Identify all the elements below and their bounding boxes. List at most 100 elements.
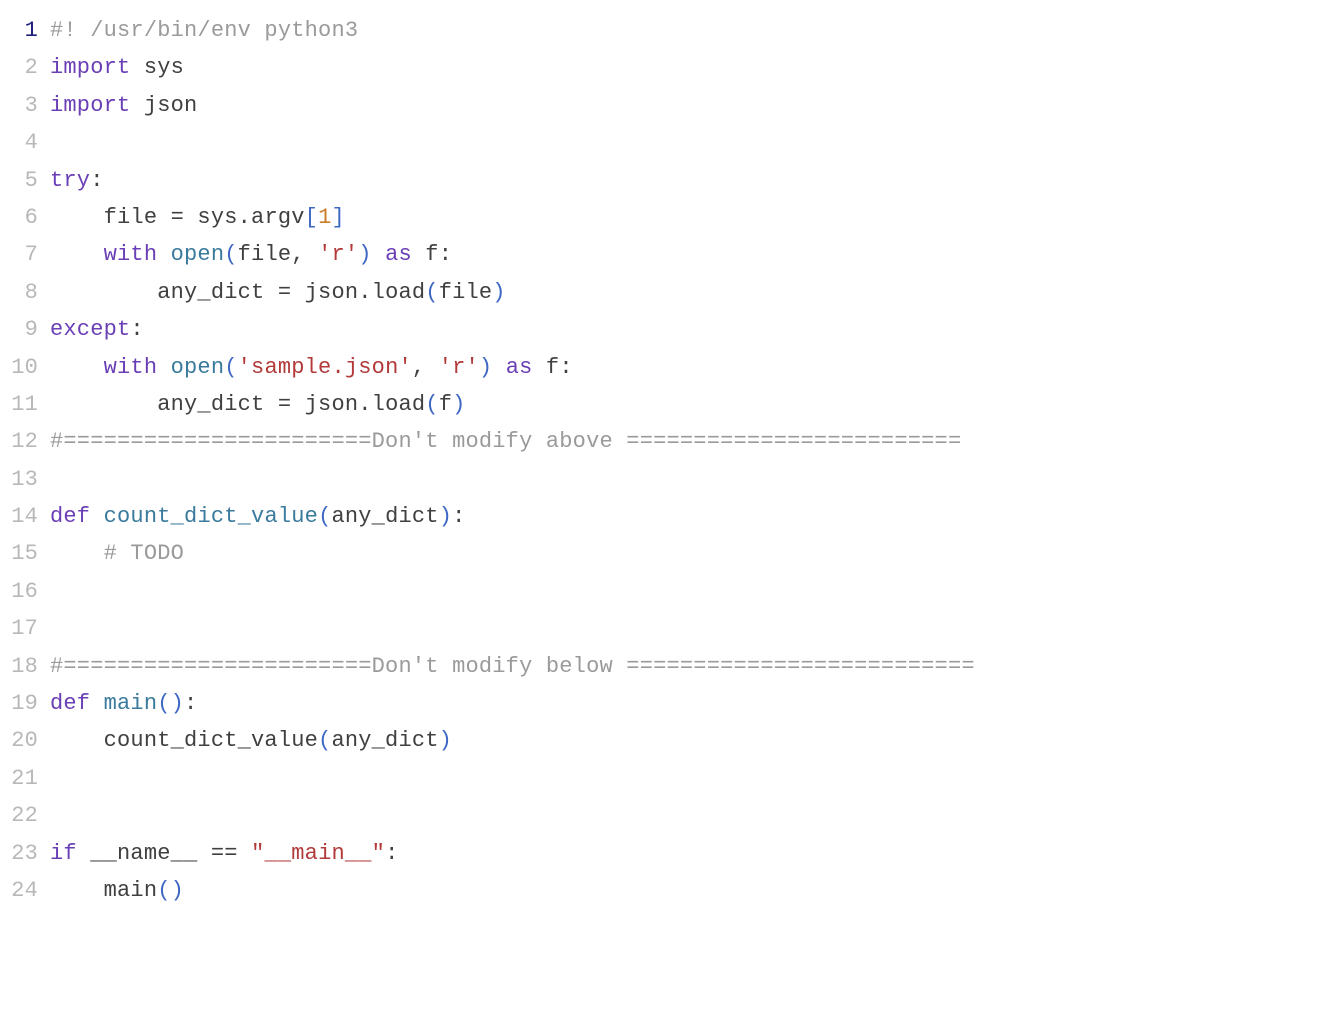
code-content[interactable]: any_dict = json.load(file) xyxy=(50,274,1326,311)
code-content[interactable]: def main(): xyxy=(50,685,1326,722)
token-ident: f xyxy=(439,392,452,417)
code-line[interactable]: 2import sys xyxy=(0,49,1326,86)
line-number: 6 xyxy=(0,199,50,236)
code-line[interactable]: 11 any_dict = json.load(f) xyxy=(0,386,1326,423)
code-content[interactable]: try: xyxy=(50,162,1326,199)
code-content[interactable]: # TODO xyxy=(50,535,1326,572)
code-line[interactable]: 17 xyxy=(0,610,1326,647)
token-builtin: open xyxy=(171,242,225,267)
token-comment: #! /usr/bin/env python3 xyxy=(50,18,358,43)
token-ident: sys xyxy=(130,55,184,80)
token-ident xyxy=(50,242,104,267)
line-number: 1 xyxy=(0,12,50,49)
code-line[interactable]: 4 xyxy=(0,124,1326,161)
token-ident: any_dict xyxy=(50,280,278,305)
code-content[interactable]: import json xyxy=(50,87,1326,124)
token-ident: count_dict_value xyxy=(50,728,318,753)
token-builtin: main xyxy=(104,691,158,716)
token-ident xyxy=(50,541,104,566)
code-content[interactable]: #=======================Don't modify bel… xyxy=(50,648,1326,685)
code-content[interactable]: import sys xyxy=(50,49,1326,86)
line-number: 2 xyxy=(0,49,50,86)
code-content[interactable]: if __name__ == "__main__": xyxy=(50,835,1326,872)
token-ident: file xyxy=(439,280,493,305)
token-paren: ( xyxy=(318,728,331,753)
code-line[interactable]: 21 xyxy=(0,760,1326,797)
code-content[interactable]: main() xyxy=(50,872,1326,909)
token-builtin: open xyxy=(171,355,225,380)
line-number: 3 xyxy=(0,87,50,124)
code-line[interactable]: 15 # TODO xyxy=(0,535,1326,572)
line-number: 18 xyxy=(0,648,50,685)
token-keyword: as xyxy=(385,242,412,267)
token-ident: file xyxy=(50,205,171,230)
code-line[interactable]: 8 any_dict = json.load(file) xyxy=(0,274,1326,311)
token-punct: : xyxy=(184,691,197,716)
token-paren: ) xyxy=(439,728,452,753)
code-line[interactable]: 13 xyxy=(0,461,1326,498)
line-number: 16 xyxy=(0,573,50,610)
token-ident xyxy=(157,355,170,380)
line-number: 22 xyxy=(0,797,50,834)
token-ident xyxy=(90,504,103,529)
token-ident: file, xyxy=(238,242,318,267)
line-number: 9 xyxy=(0,311,50,348)
token-ident: any_dict xyxy=(50,392,278,417)
code-line[interactable]: 1#! /usr/bin/env python3 xyxy=(0,12,1326,49)
token-keyword: def xyxy=(50,691,90,716)
token-ident xyxy=(492,355,505,380)
token-paren: ) xyxy=(439,504,452,529)
token-ident xyxy=(50,355,104,380)
code-line[interactable]: 24 main() xyxy=(0,872,1326,909)
code-line[interactable]: 6 file = sys.argv[1] xyxy=(0,199,1326,236)
code-content[interactable]: except: xyxy=(50,311,1326,348)
token-paren: ) xyxy=(479,355,492,380)
code-line[interactable]: 20 count_dict_value(any_dict) xyxy=(0,722,1326,759)
token-paren: ( xyxy=(224,242,237,267)
token-paren: () xyxy=(157,691,184,716)
code-line[interactable]: 12#=======================Don't modify a… xyxy=(0,423,1326,460)
code-content[interactable]: #! /usr/bin/env python3 xyxy=(50,12,1326,49)
code-line[interactable]: 3import json xyxy=(0,87,1326,124)
token-ident: main xyxy=(50,878,157,903)
code-line[interactable]: 5try: xyxy=(0,162,1326,199)
token-comment: # TODO xyxy=(104,541,184,566)
code-line[interactable]: 18#=======================Don't modify b… xyxy=(0,648,1326,685)
token-keyword: try xyxy=(50,168,90,193)
code-content[interactable]: with open('sample.json', 'r') as f: xyxy=(50,349,1326,386)
token-ident: json.load xyxy=(291,392,425,417)
code-line[interactable]: 23if __name__ == "__main__": xyxy=(0,835,1326,872)
token-paren: ( xyxy=(318,504,331,529)
code-content[interactable]: with open(file, 'r') as f: xyxy=(50,236,1326,273)
code-line[interactable]: 14def count_dict_value(any_dict): xyxy=(0,498,1326,535)
line-number: 17 xyxy=(0,610,50,647)
code-content[interactable]: any_dict = json.load(f) xyxy=(50,386,1326,423)
token-punct: : xyxy=(385,841,398,866)
line-number: 4 xyxy=(0,124,50,161)
token-ident xyxy=(372,242,385,267)
code-content[interactable]: def count_dict_value(any_dict): xyxy=(50,498,1326,535)
code-line[interactable]: 7 with open(file, 'r') as f: xyxy=(0,236,1326,273)
code-content[interactable]: #=======================Don't modify abo… xyxy=(50,423,1326,460)
code-line[interactable]: 22 xyxy=(0,797,1326,834)
token-ident: any_dict xyxy=(331,504,438,529)
code-line[interactable]: 9except: xyxy=(0,311,1326,348)
token-ident: , xyxy=(412,355,439,380)
token-paren: ( xyxy=(224,355,237,380)
code-content[interactable]: file = sys.argv[1] xyxy=(50,199,1326,236)
token-ident: sys.argv xyxy=(184,205,305,230)
line-number: 19 xyxy=(0,685,50,722)
code-line[interactable]: 10 with open('sample.json', 'r') as f: xyxy=(0,349,1326,386)
token-keyword: def xyxy=(50,504,90,529)
token-str: 'sample.json' xyxy=(238,355,412,380)
code-line[interactable]: 19def main(): xyxy=(0,685,1326,722)
line-number: 13 xyxy=(0,461,50,498)
token-comment: #=======================Don't modify bel… xyxy=(50,654,975,679)
token-ident: json xyxy=(130,93,197,118)
token-paren: ( xyxy=(425,392,438,417)
code-line[interactable]: 16 xyxy=(0,573,1326,610)
token-punct: = xyxy=(171,205,184,230)
token-keyword: if xyxy=(50,841,77,866)
code-content[interactable]: count_dict_value(any_dict) xyxy=(50,722,1326,759)
code-editor[interactable]: 1#! /usr/bin/env python32import sys3impo… xyxy=(0,12,1326,909)
